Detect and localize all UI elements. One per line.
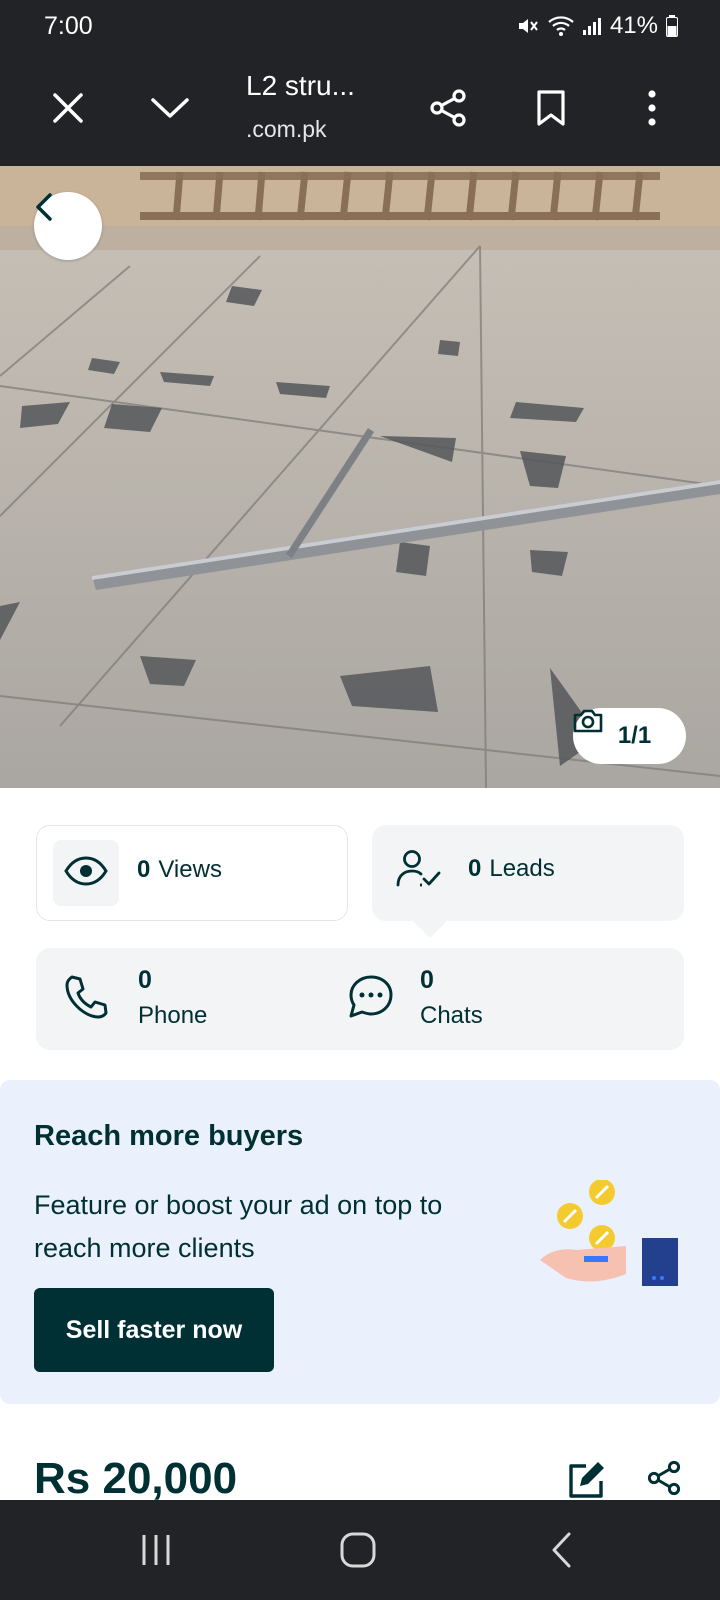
status-bar: 7:00 41% [0,0,720,54]
phone-icon [64,974,108,1025]
coins-hand-icon [540,1179,680,1295]
status-time: 7:00 [44,12,93,40]
leads-count: 0 Leads [468,855,555,883]
signal-icon [582,16,602,36]
photo-count-text: 1/1 [617,722,652,749]
share-ad-button[interactable] [646,1460,682,1501]
listing-photo-illustration [0,166,720,788]
share-icon [428,88,468,133]
chats-label: Chats [420,1002,483,1029]
phone-label: Phone [138,1002,208,1029]
phone-value: 0 [138,966,152,994]
share-icon [646,1460,682,1500]
battery-icon [666,15,678,37]
home-button[interactable] [328,1524,388,1580]
minimize-button[interactable] [142,82,198,138]
more-vertical-icon [647,89,657,131]
promo-body: Feature or boost your ad on top to reach… [34,1190,443,1263]
views-stat[interactable]: 0 Views [36,825,348,921]
sell-faster-button[interactable]: Sell faster now [34,1288,274,1372]
listing-price: Rs 20,000 [34,1454,238,1503]
contact-stats: 0 Phone 0 Chats [36,948,684,1050]
home-icon [340,1532,376,1573]
back-nav-icon [551,1532,573,1573]
photo-count-badge[interactable]: 1/1 [573,708,686,764]
views-value: 0 [137,856,151,883]
status-icons: 41% [516,12,678,40]
leads-label: Leads [489,855,555,882]
system-navigation-bar [0,1500,720,1600]
promo-banner: Reach more buyers Feature or boost your … [0,1080,720,1404]
page-title: L2 stru... [246,70,355,101]
leads-value: 0 [468,855,482,882]
page-url: .com.pk [246,116,327,142]
back-nav-button[interactable] [532,1524,592,1580]
leads-pointer [410,918,450,938]
battery-level: 41% [609,12,658,39]
user-check-icon [396,849,442,894]
bookmark-button[interactable] [523,82,579,138]
eye-icon [64,855,108,891]
views-label: Views [158,856,222,883]
chat-icon [348,974,394,1025]
leads-stat[interactable]: 0 Leads [372,825,684,921]
chevron-down-icon [150,96,190,125]
close-icon [52,92,84,129]
share-button[interactable] [420,82,476,138]
views-count: 0 Views [137,856,222,884]
browser-toolbar: L2 stru... .com.pk [0,54,720,166]
wifi-icon [548,15,574,37]
back-button[interactable] [34,192,102,260]
promo-title: Reach more buyers [34,1120,304,1152]
bookmark-icon [536,89,566,132]
listing-photo[interactable]: 1/1 [0,166,720,788]
recent-apps-icon [139,1533,173,1572]
chats-value: 0 [420,966,434,994]
edit-ad-button[interactable] [566,1460,608,1505]
mute-icon [516,14,540,38]
recent-apps-button[interactable] [126,1524,186,1580]
more-options-button[interactable] [624,82,680,138]
close-tab-button[interactable] [40,82,96,138]
views-icon-box [53,840,119,906]
